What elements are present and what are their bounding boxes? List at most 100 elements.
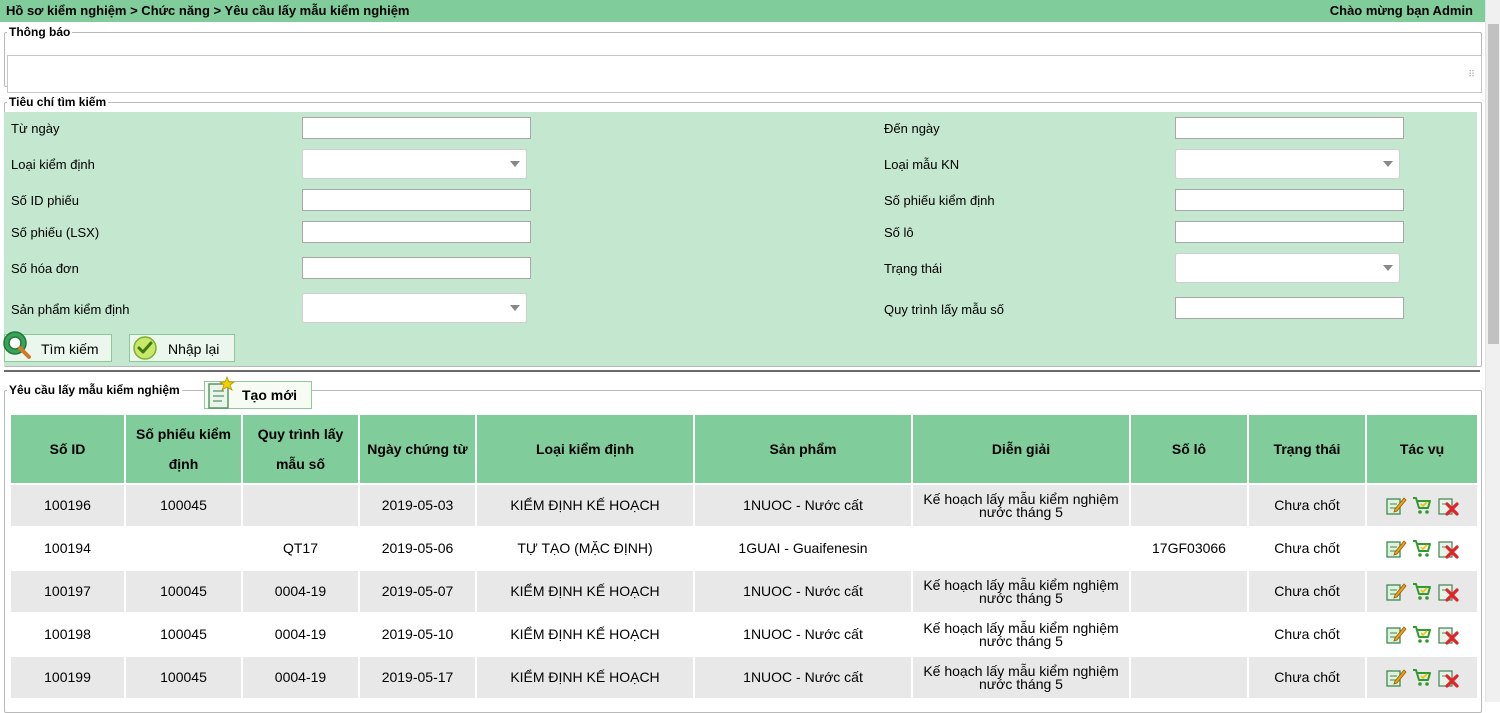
col-header-inspection-slip[interactable]: Số phiếu kiểm định — [126, 415, 241, 483]
id-number-input[interactable] — [302, 189, 531, 211]
reset-button[interactable]: Nhập lại — [129, 334, 235, 362]
to-date-input[interactable] — [1175, 117, 1404, 139]
procedure-label: Quy trình lấy mẫu số — [884, 302, 1004, 317]
cell-inspection-type: KIỂM ĐỊNH KẾ HOẠCH — [477, 657, 693, 698]
cell-product: 1NUOC - Nước cất — [695, 571, 911, 612]
notification-textarea[interactable] — [7, 55, 1482, 93]
table-row[interactable]: 100197 100045 0004-19 2019-05-07 KIỂM ĐỊNH K… — [11, 571, 1477, 612]
inspection-type-select[interactable] — [302, 149, 527, 179]
batch-input[interactable] — [1175, 221, 1404, 243]
reset-button-label: Nhập lại — [168, 341, 220, 357]
invoice-input[interactable] — [302, 257, 531, 279]
chevron-down-icon — [1383, 161, 1393, 167]
edit-icon[interactable] — [1385, 623, 1407, 645]
sample-type-select[interactable] — [1175, 149, 1400, 179]
col-header-id[interactable]: Số ID — [11, 415, 124, 483]
procedure-input[interactable] — [1175, 297, 1404, 319]
cell-id: 100197 — [11, 571, 124, 612]
cell-batch — [1131, 657, 1247, 698]
col-header-status[interactable]: Trạng thái — [1249, 415, 1365, 483]
delete-icon[interactable] — [1437, 580, 1459, 602]
cell-status: Chưa chốt — [1249, 485, 1365, 526]
search-button[interactable]: Tìm kiếm — [3, 331, 112, 362]
cell-actions — [1367, 657, 1477, 698]
section-divider — [4, 370, 1480, 372]
chevron-down-icon — [510, 305, 520, 311]
results-table: Số ID Số phiếu kiểm định Quy trình lấy m… — [9, 413, 1479, 700]
cell-procedure: 0004-19 — [243, 614, 358, 655]
create-new-label: Tạo mới — [242, 387, 298, 403]
lsx-slip-input[interactable] — [302, 221, 531, 243]
delete-icon[interactable] — [1437, 537, 1459, 559]
cell-status: Chưa chốt — [1249, 657, 1365, 698]
search-button-label: Tìm kiếm — [41, 341, 99, 357]
cell-product: 1NUOC - Nước cất — [695, 614, 911, 655]
from-date-label: Từ ngày — [11, 121, 60, 136]
col-header-inspection-type[interactable]: Loại kiểm định — [477, 415, 693, 483]
inspection-slip-input[interactable] — [1175, 189, 1404, 211]
check-icon — [133, 336, 157, 360]
table-header-row: Số ID Số phiếu kiểm định Quy trình lấy m… — [11, 415, 1477, 483]
resize-grip-icon[interactable]: ⠿ — [1468, 70, 1475, 79]
cell-id: 100199 — [11, 657, 124, 698]
id-number-label: Số ID phiếu — [11, 193, 79, 208]
cart-icon[interactable] — [1412, 538, 1432, 558]
delete-icon[interactable] — [1437, 623, 1459, 645]
cell-inspection-slip: 100045 — [126, 657, 241, 698]
col-header-procedure[interactable]: Quy trình lấy mẫu số — [243, 415, 358, 483]
results-legend: Yêu cầu lấy mẫu kiểm nghiệm — [9, 383, 180, 397]
cell-document-date: 2019-05-17 — [360, 657, 475, 698]
cell-status: Chưa chốt — [1249, 614, 1365, 655]
cell-description — [913, 528, 1129, 569]
cell-inspection-slip: 100045 — [126, 614, 241, 655]
table-row[interactable]: 100198 100045 0004-19 2019-05-10 KIỂM ĐỊNH K… — [11, 614, 1477, 655]
invoice-label: Số hóa đơn — [11, 261, 79, 276]
scrollbar-thumb[interactable] — [1488, 24, 1499, 344]
top-bar: Hồ sơ kiểm nghiệm > Chức năng > Yêu cầu … — [0, 0, 1485, 22]
inspection-type-label: Loại kiểm định — [11, 157, 95, 172]
notification-legend: Thông báo — [9, 25, 71, 39]
col-header-document-date[interactable]: Ngày chứng từ — [360, 415, 475, 483]
delete-icon[interactable] — [1437, 494, 1459, 516]
create-new-button[interactable]: Tạo mới — [204, 376, 312, 409]
to-date-label: Đến ngày — [884, 121, 940, 136]
cell-document-date: 2019-05-06 — [360, 528, 475, 569]
col-header-description[interactable]: Diễn giải — [913, 415, 1129, 483]
cell-status: Chưa chốt — [1249, 571, 1365, 612]
cell-product: 1NUOC - Nước cất — [695, 657, 911, 698]
breadcrumb: Hồ sơ kiểm nghiệm > Chức năng > Yêu cầu … — [6, 3, 410, 18]
cell-inspection-type: TỰ TẠO (MẶC ĐỊNH) — [477, 528, 693, 569]
cart-icon[interactable] — [1412, 667, 1432, 687]
col-header-product[interactable]: Sản phẩm — [695, 415, 911, 483]
cart-icon[interactable] — [1412, 495, 1432, 515]
table-row[interactable]: 100199 100045 0004-19 2019-05-17 KIỂM ĐỊNH K… — [11, 657, 1477, 698]
sample-type-label: Loại mẫu KN — [884, 157, 960, 172]
edit-icon[interactable] — [1385, 666, 1407, 688]
vertical-scrollbar[interactable] — [1485, 0, 1500, 702]
product-select[interactable] — [302, 293, 527, 323]
cell-document-date: 2019-05-10 — [360, 614, 475, 655]
delete-icon[interactable] — [1437, 666, 1459, 688]
status-select[interactable] — [1175, 253, 1400, 283]
cell-description: Kế hoạch lấy mẫu kiểm nghiệm nước tháng … — [913, 571, 1129, 612]
cell-inspection-type: KIỂM ĐỊNH KẾ HOẠCH — [477, 614, 693, 655]
cell-status: Chưa chốt — [1249, 528, 1365, 569]
cell-actions — [1367, 614, 1477, 655]
cell-actions — [1367, 528, 1477, 569]
cell-inspection-slip: 100045 — [126, 571, 241, 612]
table-row[interactable]: 100194 QT17 2019-05-06 TỰ TẠO (MẶC ĐỊNH) 1GU… — [11, 528, 1477, 569]
table-row[interactable]: 100196 100045 2019-05-03 KIỂM ĐỊNH KẾ HOẠCH… — [11, 485, 1477, 526]
cell-procedure: QT17 — [243, 528, 358, 569]
cart-icon[interactable] — [1412, 624, 1432, 644]
cell-id: 100196 — [11, 485, 124, 526]
col-header-batch[interactable]: Số lô — [1131, 415, 1247, 483]
cell-procedure: 0004-19 — [243, 571, 358, 612]
edit-icon[interactable] — [1385, 580, 1407, 602]
cart-icon[interactable] — [1412, 581, 1432, 601]
edit-icon[interactable] — [1385, 494, 1407, 516]
edit-icon[interactable] — [1385, 537, 1407, 559]
col-header-actions: Tác vụ — [1367, 415, 1477, 483]
chevron-down-icon — [1383, 265, 1393, 271]
from-date-input[interactable] — [302, 117, 531, 139]
cell-description: Kế hoạch lấy mẫu kiểm nghiệm nước tháng … — [913, 614, 1129, 655]
